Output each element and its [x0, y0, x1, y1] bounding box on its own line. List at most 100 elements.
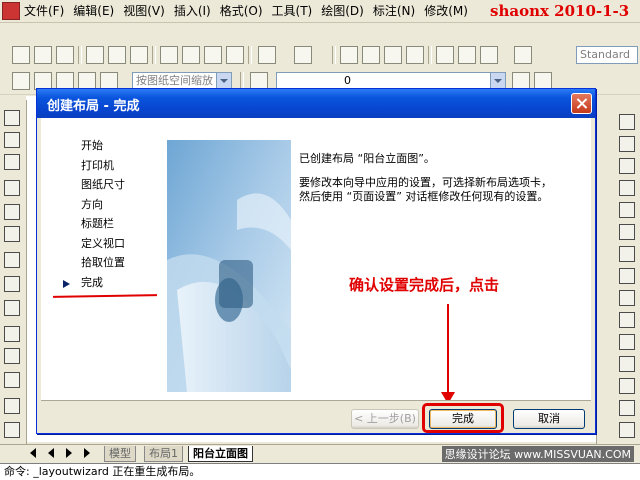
step-title-block: 标题栏 — [81, 217, 114, 230]
tab-balcony-elevation[interactable]: 阳台立面图 — [188, 446, 253, 462]
zoom-previous-icon[interactable] — [406, 46, 424, 64]
save-icon[interactable] — [56, 46, 74, 64]
paste-icon[interactable] — [204, 46, 222, 64]
trim-icon[interactable] — [619, 312, 635, 328]
finish-highlight-box — [422, 403, 504, 433]
chevron-down-icon[interactable] — [216, 73, 231, 89]
wizard-illustration — [167, 140, 291, 392]
pan-icon[interactable] — [340, 46, 358, 64]
layer-value: 0 — [344, 74, 351, 87]
rotate-icon[interactable] — [619, 246, 635, 262]
line-tool-icon[interactable] — [4, 110, 20, 126]
tutorial-annotation: 确认设置完成后，点击 — [349, 276, 500, 294]
copy-icon[interactable] — [182, 46, 200, 64]
viewport-scale-value: 按图纸空间缩放 — [136, 74, 213, 87]
step-finish: 完成 — [81, 275, 103, 289]
close-button[interactable] — [571, 93, 592, 114]
help-icon[interactable] — [514, 46, 532, 64]
menu-modify[interactable]: 修改(M) — [424, 3, 477, 19]
scale-icon[interactable] — [619, 268, 635, 284]
hatch-tool-icon[interactable] — [4, 422, 20, 438]
cancel-button[interactable]: 取消 — [513, 409, 585, 429]
step-start: 开始 — [81, 139, 103, 152]
move-icon[interactable] — [619, 224, 635, 240]
properties-icon[interactable] — [436, 46, 454, 64]
layout-info-message: 要修改本向导中应用的设置，可选择新布局选项卡，然后使用 “页面设置” 对话框修改… — [299, 176, 552, 203]
author-watermark: shaonx 2010-1-3 — [490, 2, 630, 20]
publish-icon[interactable] — [130, 46, 148, 64]
current-step-arrow-icon — [63, 280, 70, 288]
linear-dimension-icon[interactable] — [4, 276, 20, 292]
modify-toolbar — [596, 100, 640, 452]
step-define-viewport: 定义视口 — [81, 236, 125, 250]
arc-tool-icon[interactable] — [4, 204, 20, 220]
viewport-icon[interactable] — [12, 72, 30, 90]
dialog-titlebar[interactable]: 创建布局 - 完成 — [37, 89, 595, 118]
array-icon[interactable] — [619, 202, 635, 218]
wizard-steps: 开始 打印机 图纸尺寸 方向 标题栏 定义视口 拾取位置 完成 — [81, 136, 125, 292]
menu-tools[interactable]: 工具(T) — [272, 3, 322, 19]
text-style-combo[interactable]: Standard — [576, 46, 638, 64]
dialog-title: 创建布局 - 完成 — [47, 99, 140, 114]
menu-format[interactable]: 格式(O) — [220, 3, 272, 19]
menu-edit[interactable]: 编辑(E) — [73, 3, 123, 19]
menu-file[interactable]: 文件(F) — [24, 3, 73, 19]
zoom-window-icon[interactable] — [384, 46, 402, 64]
undo-icon[interactable] — [258, 46, 276, 64]
break-icon[interactable] — [619, 356, 635, 372]
copy-object-icon[interactable] — [619, 136, 635, 152]
explode-icon[interactable] — [619, 422, 635, 438]
previous-tab-icon[interactable] — [48, 448, 54, 458]
menu-insert[interactable]: 插入(I) — [174, 3, 220, 19]
layout-created-message: 已创建布局 “阳台立面图”。 — [299, 152, 435, 165]
annotation-underline — [52, 294, 158, 298]
erase-icon[interactable] — [619, 114, 635, 130]
plotter-illustration — [167, 140, 291, 392]
first-tab-icon[interactable] — [30, 448, 36, 458]
last-tab-icon[interactable] — [84, 448, 90, 458]
menu-dimension[interactable]: 标注(N) — [373, 3, 424, 19]
construction-line-icon[interactable] — [4, 132, 20, 148]
rectangle-tool-icon[interactable] — [4, 226, 20, 242]
tab-layout1[interactable]: 布局1 — [144, 446, 183, 462]
menu-view[interactable]: 视图(V) — [123, 3, 174, 19]
print-preview-icon[interactable] — [108, 46, 126, 64]
block-tool-icon[interactable] — [4, 326, 20, 342]
menu-draw[interactable]: 绘图(D) — [321, 3, 373, 19]
tool-palettes-icon[interactable] — [480, 46, 498, 64]
dialog-button-row — [41, 400, 591, 431]
text-style-value: Standard — [580, 48, 631, 61]
step-pick-location: 拾取位置 — [81, 256, 125, 269]
redo-icon[interactable] — [294, 46, 312, 64]
step-printer: 打印机 — [81, 158, 114, 172]
print-icon[interactable] — [86, 46, 104, 64]
circle-tool-icon[interactable] — [4, 180, 20, 196]
stretch-icon[interactable] — [619, 290, 635, 306]
insert-block-icon[interactable] — [4, 348, 20, 364]
app-icon[interactable] — [2, 2, 20, 20]
back-button[interactable]: < 上一步(B) — [351, 409, 419, 429]
point-tool-icon[interactable] — [4, 372, 20, 388]
chevron-down-icon[interactable] — [490, 73, 505, 89]
mirror-icon[interactable] — [619, 158, 635, 174]
forum-watermark: 思缘设计论坛 www.MISSVUAN.COM — [441, 446, 634, 462]
offset-icon[interactable] — [619, 180, 635, 196]
open-file-icon[interactable] — [34, 46, 52, 64]
zoom-realtime-icon[interactable] — [362, 46, 380, 64]
command-line[interactable]: 命令: _layoutwizard 正在重生成布局。 — [0, 463, 640, 480]
cut-icon[interactable] — [160, 46, 178, 64]
dimension-tool-icon[interactable] — [4, 252, 20, 268]
fillet-icon[interactable] — [619, 400, 635, 416]
polyline-tool-icon[interactable] — [4, 154, 20, 170]
next-tab-icon[interactable] — [66, 448, 72, 458]
match-properties-icon[interactable] — [226, 46, 244, 64]
extend-icon[interactable] — [619, 334, 635, 350]
tab-model[interactable]: 模型 — [104, 446, 136, 462]
design-center-icon[interactable] — [458, 46, 476, 64]
step-orientation: 方向 — [81, 197, 103, 211]
aligned-dimension-icon[interactable] — [4, 300, 20, 316]
new-file-icon[interactable] — [12, 46, 30, 64]
chamfer-icon[interactable] — [619, 378, 635, 394]
standard-toolbar: Standard — [0, 42, 640, 69]
text-tool-icon[interactable] — [4, 398, 20, 414]
